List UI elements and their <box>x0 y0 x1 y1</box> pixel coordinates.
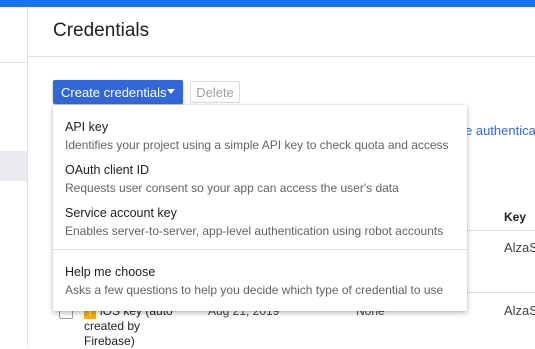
top-app-bar <box>0 0 535 7</box>
dropdown-caret-icon <box>167 89 175 94</box>
menu-item-oauth-client-id[interactable]: OAuth client ID Requests user consent so… <box>53 163 467 196</box>
menu-item-title: Help me choose <box>65 265 156 279</box>
menu-item-title: OAuth client ID <box>65 163 150 177</box>
authentication-link[interactable]: e authenticati <box>465 123 535 138</box>
create-credentials-menu: API key Identifies your project using a … <box>53 105 467 311</box>
menu-item-help-me-choose[interactable]: Help me choose Asks a few questions to h… <box>53 265 467 298</box>
menu-divider <box>53 249 467 250</box>
left-nav <box>0 7 28 346</box>
row1-key-cell: AlzaS <box>504 240 535 255</box>
menu-item-description: Identifies your project using a simple A… <box>65 138 449 152</box>
column-header-key: Key <box>504 210 527 224</box>
menu-item-title: Service account key <box>65 206 177 220</box>
nav-item-active[interactable] <box>0 151 27 181</box>
delete-button[interactable]: Delete <box>190 81 240 103</box>
menu-item-description: Enables server-to-server, app-level auth… <box>65 224 444 238</box>
table-header-divider <box>466 230 535 231</box>
menu-item-service-account-key[interactable]: Service account key Enables server-to-se… <box>53 206 467 239</box>
menu-item-title: API key <box>65 120 109 134</box>
nav-divider <box>0 62 27 63</box>
row2-key-cell: AlzaS <box>504 303 535 318</box>
menu-item-description: Requests user consent so your app can ac… <box>65 181 399 195</box>
create-credentials-button[interactable]: Create credentials <box>53 80 183 104</box>
create-credentials-label: Create credentials <box>61 84 167 100</box>
menu-item-api-key[interactable]: API key Identifies your project using a … <box>53 120 467 153</box>
table-row-divider <box>466 292 535 293</box>
page-title: Credentials <box>53 20 150 41</box>
menu-item-description: Asks a few questions to help you decide … <box>65 283 444 297</box>
